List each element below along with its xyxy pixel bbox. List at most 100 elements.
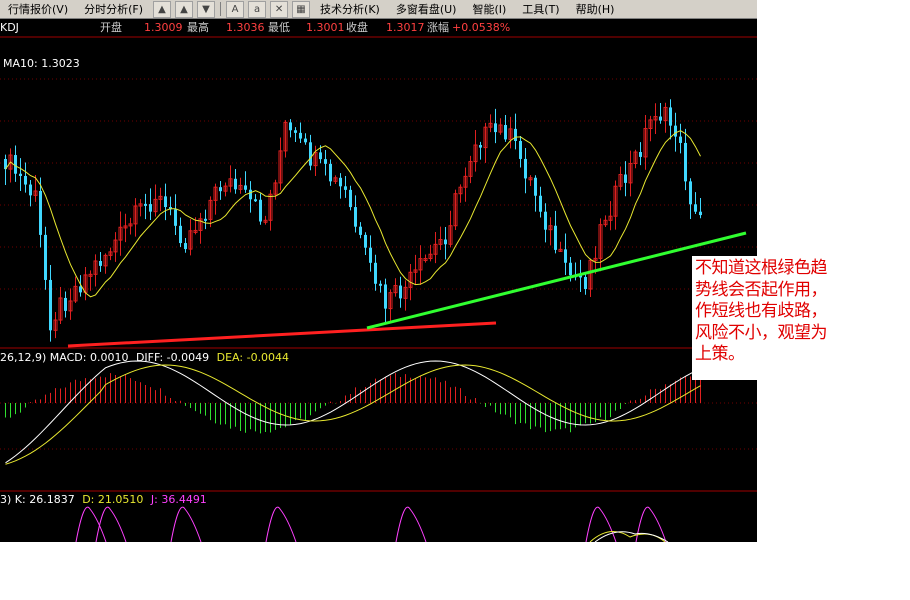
ma10-label: MA10: 1.3023: [3, 57, 80, 70]
candle-body: [674, 125, 677, 137]
close-label: 收盘: [346, 21, 368, 34]
kdj-j-line: [75, 506, 107, 542]
candle-body: [524, 158, 527, 179]
candle-body: [544, 211, 547, 230]
candle-body: [379, 283, 382, 286]
candle-body: [624, 174, 627, 183]
candle-body: [249, 189, 252, 200]
candle-body: [19, 173, 22, 176]
kdj-j-line: [265, 506, 297, 542]
candle-body: [14, 155, 17, 174]
menu-technical[interactable]: 技术分析(K): [312, 1, 388, 17]
kdj-j-line: [635, 506, 667, 542]
menu-smart[interactable]: 智能(I): [464, 1, 514, 17]
macd-header: 26,12,9) MACD: 0.0010 DIFF: -0.0049 DEA:…: [0, 351, 289, 364]
candlestick-chart[interactable]: [0, 19, 757, 542]
candle-body: [534, 177, 537, 196]
font-larger-icon[interactable]: A: [226, 0, 245, 18]
candle-body: [359, 226, 362, 235]
menu-help[interactable]: 帮助(H): [568, 1, 623, 17]
candle-body: [24, 175, 27, 185]
annotation-note: 不知道这根绿色趋势线会否起作用，作短线也有歧路，风险不小，观望为上策。: [692, 256, 830, 380]
change-label: 涨幅: [427, 21, 449, 34]
candle-body: [539, 195, 542, 212]
font-smaller-icon[interactable]: a: [248, 0, 267, 18]
candle-body: [519, 140, 522, 159]
menu-multiwindow[interactable]: 多窗看盘(U): [388, 1, 465, 17]
candle-body: [684, 142, 687, 182]
close-icon[interactable]: ✕: [270, 0, 289, 18]
kdj-j-line: [170, 506, 202, 542]
candle-body: [444, 239, 447, 245]
down-arrow-icon[interactable]: ▼: [197, 0, 216, 18]
low-value: 1.3001: [306, 21, 345, 34]
candle-body: [144, 203, 147, 206]
candle-body: [689, 181, 692, 205]
candle-body: [49, 279, 52, 331]
red-trend-line: [67, 321, 497, 348]
candle-body: [694, 204, 697, 212]
candle-body: [179, 225, 182, 244]
kdj-j: J: 36.4491: [150, 493, 207, 506]
kdj-j-line: [95, 506, 127, 542]
candle-body: [659, 116, 662, 121]
candle-body: [44, 234, 47, 280]
toolbar: ▲ ▲ ▼ A a ✕ ▦: [151, 0, 312, 18]
candle-body: [184, 243, 187, 250]
macd-label: 26,12,9) MACD: 0.0010: [0, 351, 129, 364]
candle-body: [384, 284, 387, 309]
candle-body: [294, 130, 297, 133]
candle-body: [29, 184, 32, 196]
candle-body: [339, 177, 342, 187]
candle-body: [344, 186, 347, 190]
menu-intraday[interactable]: 分时分析(F): [76, 1, 151, 17]
candle-body: [289, 122, 292, 131]
candle-body: [514, 128, 517, 141]
candle-body: [309, 142, 312, 166]
candle-body: [299, 132, 302, 139]
kdj-header: 3) K: 26.1837 D: 21.0510 J: 36.4491: [0, 493, 207, 506]
up-arrow-icon-2[interactable]: ▲: [175, 0, 194, 18]
low-label: 最低: [268, 21, 290, 34]
chart-area[interactable]: KDJ 开盘 1.3009 最高 1.3036 最低 1.3001 收盘 1.3…: [0, 19, 757, 542]
candle-body: [64, 297, 67, 311]
up-arrow-icon[interactable]: ▲: [153, 0, 172, 18]
change-value: +0.0538%: [452, 21, 511, 34]
candle-body: [569, 262, 572, 276]
candle-body: [324, 159, 327, 164]
kdj-j-line: [585, 506, 617, 542]
kdj-d-line: [589, 531, 666, 542]
candle-body: [374, 262, 377, 284]
menu-tools[interactable]: 工具(T): [514, 1, 567, 17]
candle-body: [494, 123, 497, 133]
candle-body: [554, 225, 557, 250]
candle-body: [364, 234, 367, 248]
candle-body: [99, 260, 102, 266]
candle-body: [349, 189, 352, 208]
close-value: 1.3017: [386, 21, 425, 34]
open-value: 1.3009: [144, 21, 183, 34]
indicator-name: KDJ: [0, 21, 19, 34]
candle-body: [174, 209, 177, 226]
high-value: 1.3036: [226, 21, 265, 34]
kdj-d: D: 21.0510: [82, 493, 144, 506]
candle-body: [254, 199, 257, 202]
open-label: 开盘: [100, 21, 122, 34]
candle-body: [319, 152, 322, 160]
candle-body: [679, 136, 682, 143]
candle-body: [304, 138, 307, 143]
candle-body: [584, 276, 587, 289]
candle-body: [669, 107, 672, 126]
candle-body: [564, 249, 567, 263]
candle-body: [39, 190, 42, 235]
quote-infobar: KDJ 开盘 1.3009 最高 1.3036 最低 1.3001 收盘 1.3…: [0, 19, 757, 37]
candle-body: [354, 207, 357, 227]
candle-body: [504, 125, 507, 140]
kdj-k: 3) K: 26.1837: [0, 493, 75, 506]
candle-body: [479, 145, 482, 148]
menu-quote[interactable]: 行情报价(V): [0, 1, 76, 17]
kdj-j-line: [395, 506, 427, 542]
candle-body: [149, 204, 152, 212]
grid-icon[interactable]: ▦: [292, 0, 311, 18]
candle-body: [699, 211, 702, 216]
